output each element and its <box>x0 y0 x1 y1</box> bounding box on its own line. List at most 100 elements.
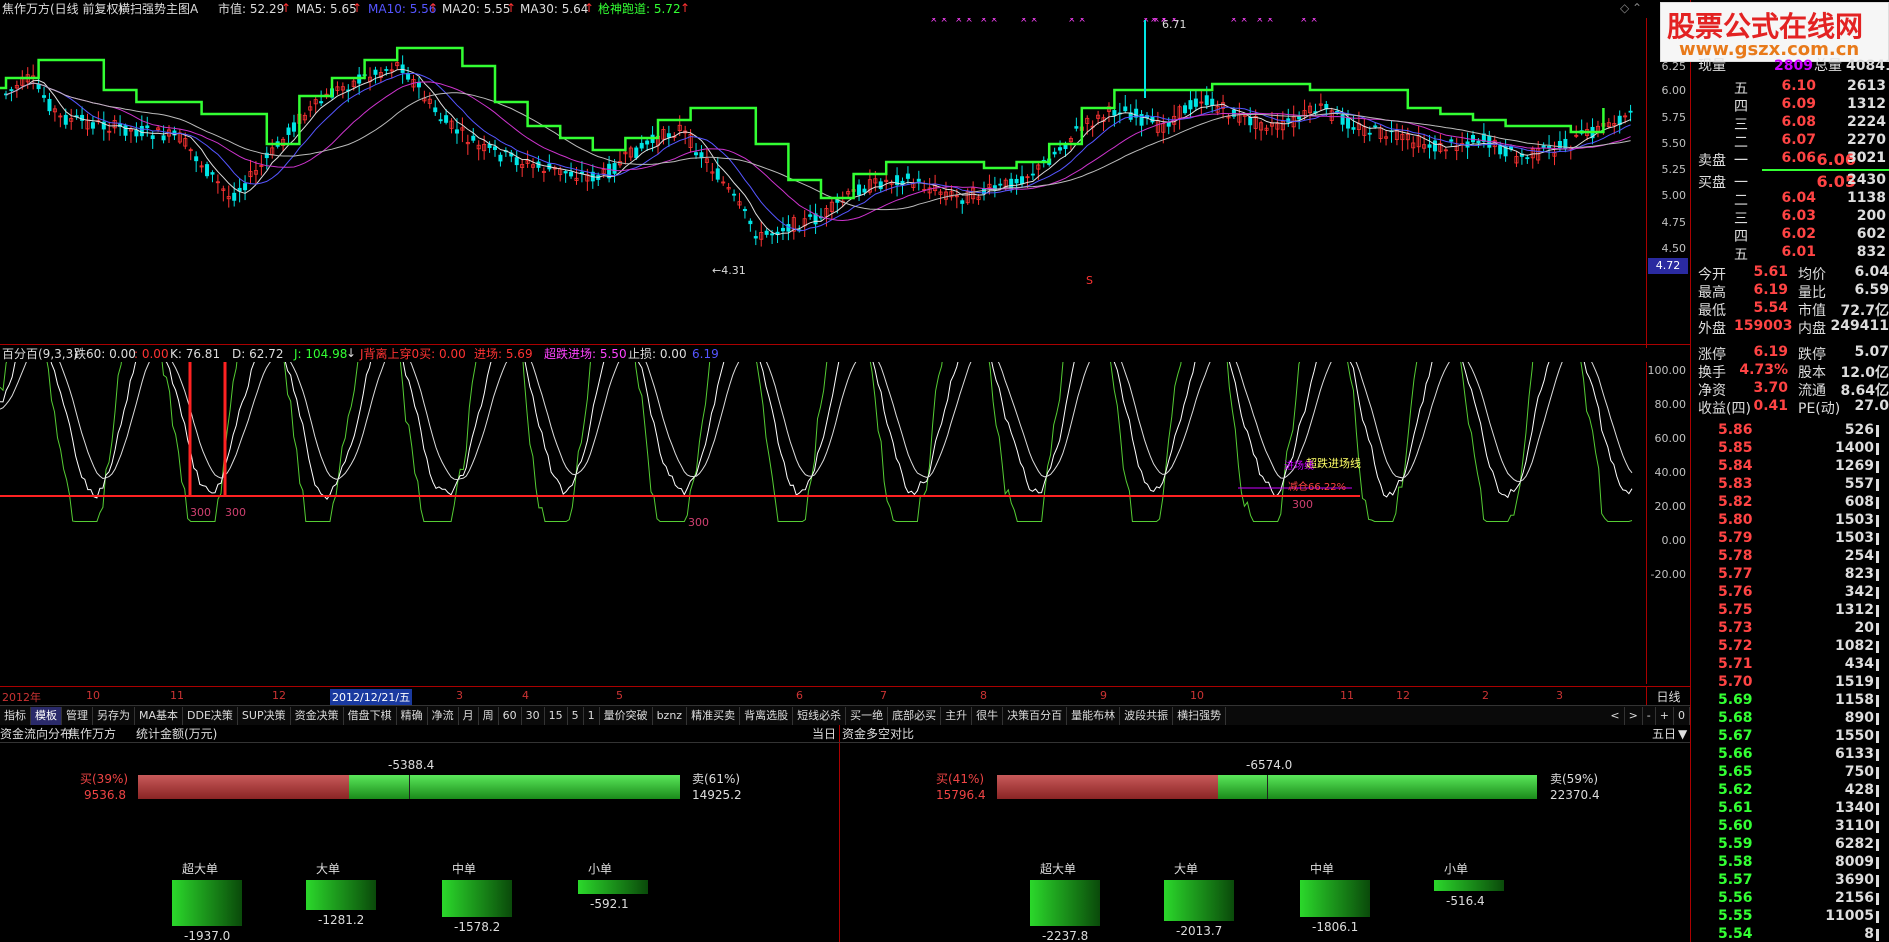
panel-left-period[interactable]: 当日 <box>812 726 836 742</box>
tab-16[interactable]: 5 <box>568 706 584 725</box>
tab-30[interactable]: 横扫强势 <box>1173 706 1227 725</box>
tab-13[interactable]: 60 <box>499 706 522 725</box>
tab-22[interactable]: 短线必杀 <box>793 706 847 725</box>
low-annotation: ←4.31 <box>712 264 746 277</box>
tab-25[interactable]: 主升 <box>941 706 973 725</box>
tab-0[interactable]: 指标 <box>0 706 31 725</box>
book-vol: 3690 <box>1835 872 1874 888</box>
panel-right-period[interactable]: 五日 <box>1652 726 1676 742</box>
book-price: 5.55 <box>1718 908 1753 924</box>
tab-9[interactable]: 精确 <box>397 706 428 725</box>
dropdown-icon[interactable]: ▼ <box>1678 726 1687 742</box>
template-name[interactable]: 横扫强势主图A <box>118 1 198 17</box>
book-row: 5.68 890 <box>1690 710 1889 728</box>
tab-26[interactable]: 很牛 <box>972 706 1004 725</box>
tab-control[interactable]: < <box>1606 706 1625 725</box>
timeline-right[interactable]: 日线 <box>1646 686 1690 706</box>
candle-body <box>444 115 449 123</box>
tab-27[interactable]: 决策百分百 <box>1003 706 1068 725</box>
candle-body <box>1248 116 1253 126</box>
tab-23[interactable]: 买一绝 <box>846 706 889 725</box>
candle-body <box>319 101 324 104</box>
tab-17[interactable]: 1 <box>584 706 600 725</box>
book-marker <box>1876 731 1879 743</box>
jinchang-line-label: 进场线 <box>1284 459 1314 472</box>
candle-body <box>150 135 155 140</box>
book-marker <box>1876 839 1879 851</box>
candle-body <box>960 200 965 204</box>
buy-vol: 1138 <box>1847 190 1886 206</box>
tab-2[interactable]: 管理 <box>62 706 93 725</box>
tab-control[interactable]: 0 <box>1674 706 1690 725</box>
price-tick: 5.00 <box>1661 189 1687 202</box>
tab-control[interactable]: - <box>1643 706 1656 725</box>
tab-4[interactable]: MA基本 <box>135 706 184 725</box>
hist-bar <box>1300 880 1370 918</box>
tab-29[interactable]: 波段共振 <box>1120 706 1174 725</box>
book-price: 5.84 <box>1718 458 1753 474</box>
osc-tick: 0.00 <box>1661 534 1687 547</box>
book-vol: 1269 <box>1835 458 1874 474</box>
candle-body <box>694 152 699 156</box>
book-row: 5.60 3110 <box>1690 818 1889 836</box>
candle-body <box>139 125 144 137</box>
xianliang-row: 现量 2809 总量 40841 <box>1698 58 1889 74</box>
tab-control[interactable]: + <box>1656 706 1674 725</box>
watermark: 股票公式在线网 www.gszx.com.cn <box>1660 2 1889 62</box>
tab-28[interactable]: 量能布林 <box>1067 706 1121 725</box>
tab-1[interactable]: 模板 <box>31 706 62 725</box>
stock-title: 焦作万方(日线 前复权) <box>2 2 124 16</box>
candlestick-chart[interactable]: × × × × × × × × × × × ×× ×× × × × × × × ×6.71←4.… <box>0 18 1646 348</box>
sell-side-row: 卖盘一 6.06 3021 <box>1690 150 1889 169</box>
tab-19[interactable]: bznz <box>653 706 688 725</box>
stat-row: 最高 6.19 量比 6.59 <box>1690 282 1889 301</box>
candle-body <box>47 98 52 112</box>
tab-14[interactable]: 30 <box>522 706 545 725</box>
osc-j-line <box>0 362 1633 522</box>
osc-tick: 20.00 <box>1654 500 1687 513</box>
sell-vol: 2270 <box>1847 132 1886 148</box>
tab-10[interactable]: 净流 <box>428 706 459 725</box>
tab-11[interactable]: 月 <box>459 706 479 725</box>
book-row: 5.77 823 <box>1690 566 1889 584</box>
timeline-label: 3 <box>1556 689 1563 702</box>
candle-body <box>1498 145 1503 155</box>
scroll-up-icon[interactable]: ⌃ <box>1632 0 1642 16</box>
book-price: 5.68 <box>1718 710 1753 726</box>
tab-6[interactable]: SUP决策 <box>238 706 291 725</box>
book-price: 5.86 <box>1718 422 1753 438</box>
candle-body <box>1210 98 1215 106</box>
osc-header: 百分百(9,3,3) 跌60: 0.00 : 0.00 K: 76.81 D: … <box>0 346 1646 362</box>
tab-3[interactable]: 另存为 <box>93 706 135 725</box>
tab-12[interactable]: 周 <box>479 706 499 725</box>
candle-body <box>9 89 14 91</box>
buy-row: 三 6.03 200 <box>1690 208 1889 227</box>
price-tick: 5.25 <box>1661 163 1687 176</box>
book-marker <box>1876 569 1879 581</box>
tab-5[interactable]: DDE决策 <box>183 706 238 725</box>
tab-20[interactable]: 精准买卖 <box>687 706 741 725</box>
sell-row: 四 6.09 1312 <box>1690 96 1889 115</box>
tab-18[interactable]: 量价突破 <box>600 706 653 725</box>
candle-body <box>857 184 862 196</box>
book-marker <box>1876 587 1879 599</box>
hist-bar <box>442 880 512 918</box>
book-marker <box>1876 515 1879 527</box>
stat-value: 3.70 <box>1753 380 1788 396</box>
book-price: 5.76 <box>1718 584 1753 600</box>
tab-15[interactable]: 15 <box>545 706 568 725</box>
candle-body <box>1297 116 1302 120</box>
panel-right-title: 资金多空对比 <box>842 727 915 741</box>
tab-21[interactable]: 背离选股 <box>740 706 794 725</box>
oscillator-chart[interactable]: 300 300 300 300 超跌进场线进场线减仓66.22% <box>0 362 1646 684</box>
tab-8[interactable]: 借盘下棋 <box>344 706 397 725</box>
tab-24[interactable]: 底部必买 <box>888 706 942 725</box>
stat-value: 6.04 <box>1854 264 1889 280</box>
diamond-icon[interactable]: ◇ <box>1620 0 1629 16</box>
timeline-label: 5 <box>616 689 623 702</box>
tab-control[interactable]: > <box>1625 706 1643 725</box>
book-marker <box>1876 425 1879 437</box>
tab-7[interactable]: 资金决策 <box>291 706 344 725</box>
panel-right: 资金多空对比 五日 ▼ -6574.0 买(41%) 15796.4 卖(59%… <box>840 725 1690 942</box>
tab-strip: 指标 模板 管理 另存为 MA基本 DDE决策 SUP决策 资金决策 借盘下棋 精确 净流月周 60 3… <box>0 705 1690 725</box>
